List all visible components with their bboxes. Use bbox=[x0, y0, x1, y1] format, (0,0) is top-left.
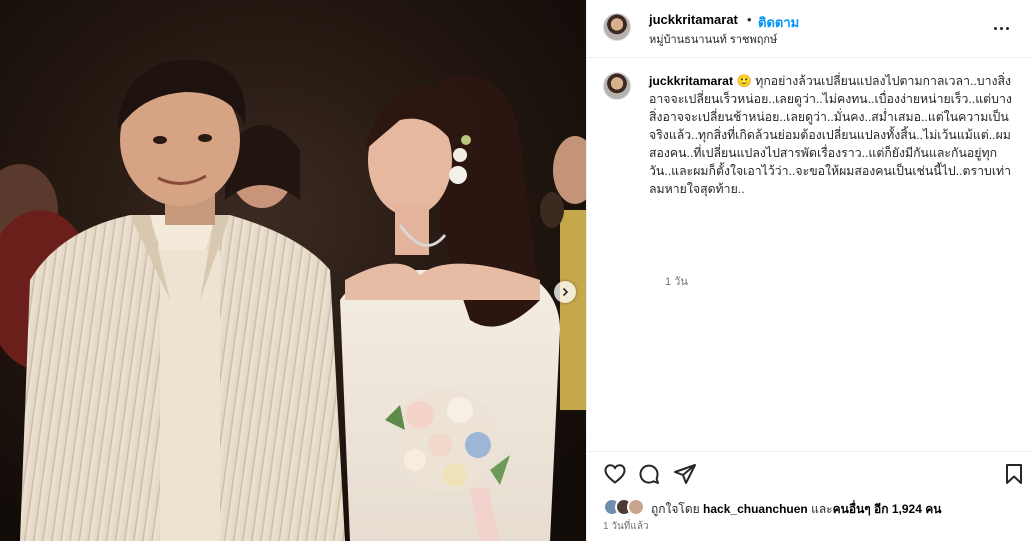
action-bar: ถูกใจโดย hack_chuanchuen และคนอื่นๆ อีก … bbox=[587, 451, 1034, 541]
chevron-right-icon bbox=[562, 287, 569, 297]
likes-and: และ bbox=[811, 502, 833, 516]
smile-emoji-icon: 🙂 bbox=[736, 74, 752, 88]
separator-dot: • bbox=[747, 12, 752, 27]
post-photo[interactable] bbox=[0, 0, 586, 541]
bookmark-icon[interactable] bbox=[1002, 462, 1026, 486]
author-avatar[interactable] bbox=[603, 13, 631, 41]
wedding-photo-illustration bbox=[0, 0, 586, 541]
post-header: juckkritamarat • ติดตาม หมู่บ้านธนานนท์ … bbox=[587, 0, 1034, 58]
liker-username[interactable]: hack_chuanchuen bbox=[703, 502, 808, 516]
comment-icon[interactable] bbox=[637, 462, 661, 486]
caption-avatar[interactable] bbox=[603, 72, 631, 100]
post-timestamp: 1 วันที่แล้ว bbox=[603, 521, 649, 532]
next-photo-button[interactable] bbox=[554, 281, 576, 303]
likes-others-link[interactable]: คนอื่นๆ อีก 1,924 คน bbox=[833, 502, 942, 516]
likes-text: ถูกใจโดย hack_chuanchuen และคนอื่นๆ อีก … bbox=[651, 500, 941, 519]
caption-body: ทุกอย่างล้วนเปลี่ยนแปลงไปตามกาลเวลา..บาง… bbox=[649, 74, 1012, 196]
more-options-icon[interactable] bbox=[989, 18, 1013, 38]
likes-summary: ถูกใจโดย hack_chuanchuen และคนอื่นๆ อีก … bbox=[603, 498, 1023, 518]
send-icon[interactable] bbox=[673, 462, 697, 486]
caption-text: juckkritamarat 🙂 ทุกอย่างล้วนเปลี่ยนแปลง… bbox=[649, 72, 1025, 198]
author-username[interactable]: juckkritamarat bbox=[649, 12, 738, 27]
post-side-panel: juckkritamarat • ติดตาม หมู่บ้านธนานนท์ … bbox=[586, 0, 1034, 541]
heart-icon[interactable] bbox=[603, 462, 627, 486]
liker-avatar[interactable] bbox=[627, 498, 645, 516]
caption-timestamp: 1 วัน bbox=[665, 276, 688, 288]
likes-prefix: ถูกใจโดย bbox=[651, 502, 700, 516]
location-link[interactable]: หมู่บ้านธนานนท์ ราชพฤกษ์ bbox=[649, 30, 777, 48]
caption-username[interactable]: juckkritamarat bbox=[649, 74, 733, 88]
